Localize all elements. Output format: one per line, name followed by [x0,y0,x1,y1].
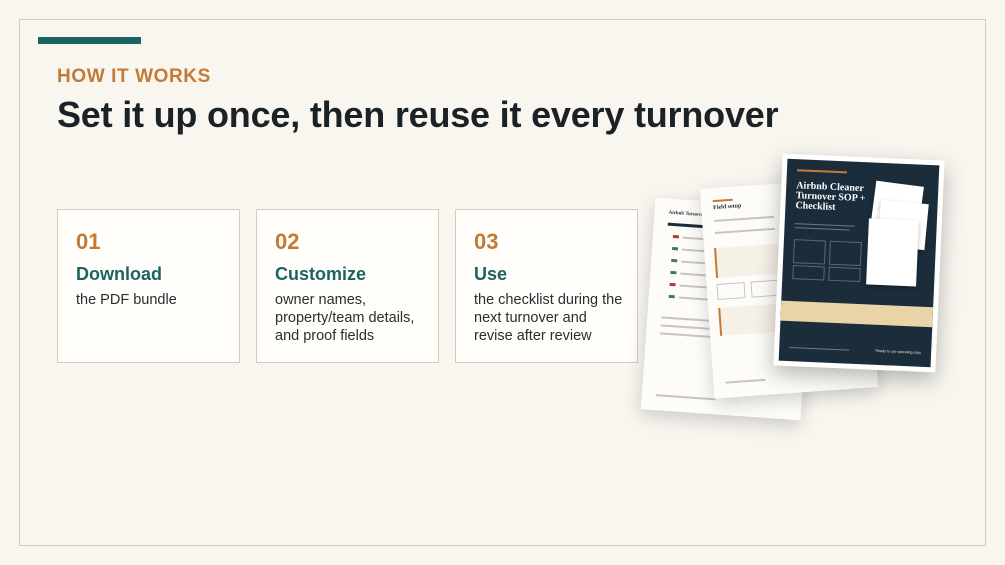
preview-cover-page: Airbnb Cleaner Turnover SOP + Checklist … [773,153,945,373]
step-description: owner names, property/team details, and … [275,292,415,344]
accent-bar [38,37,141,44]
step-card-3: 03 Use the checklist during the next tur… [455,209,638,363]
step-title: Customize [275,264,367,284]
step-description: the checklist during the next turnover a… [474,292,623,344]
step-description: the PDF bundle [76,292,177,308]
step-title: Download [76,264,162,284]
cover-title: Airbnb Cleaner Turnover SOP + Checklist [795,180,866,213]
back-page-title: Airbnb Turnover [668,210,706,219]
section-eyebrow: HOW IT WORKS [57,66,211,87]
page-title: Set it up once, then reuse it every turn… [57,94,779,135]
step-card-1: 01 Download the PDF bundle [57,209,240,363]
step-number: 03 [474,229,499,254]
step-title: Use [474,264,508,284]
step-number: 02 [275,229,300,254]
middle-page-title: Field setup [713,203,742,212]
step-number: 01 [76,229,101,254]
step-card-2: 02 Customize owner names, property/team … [256,209,439,363]
cover-footer: Ready to use operating copy [875,348,922,355]
